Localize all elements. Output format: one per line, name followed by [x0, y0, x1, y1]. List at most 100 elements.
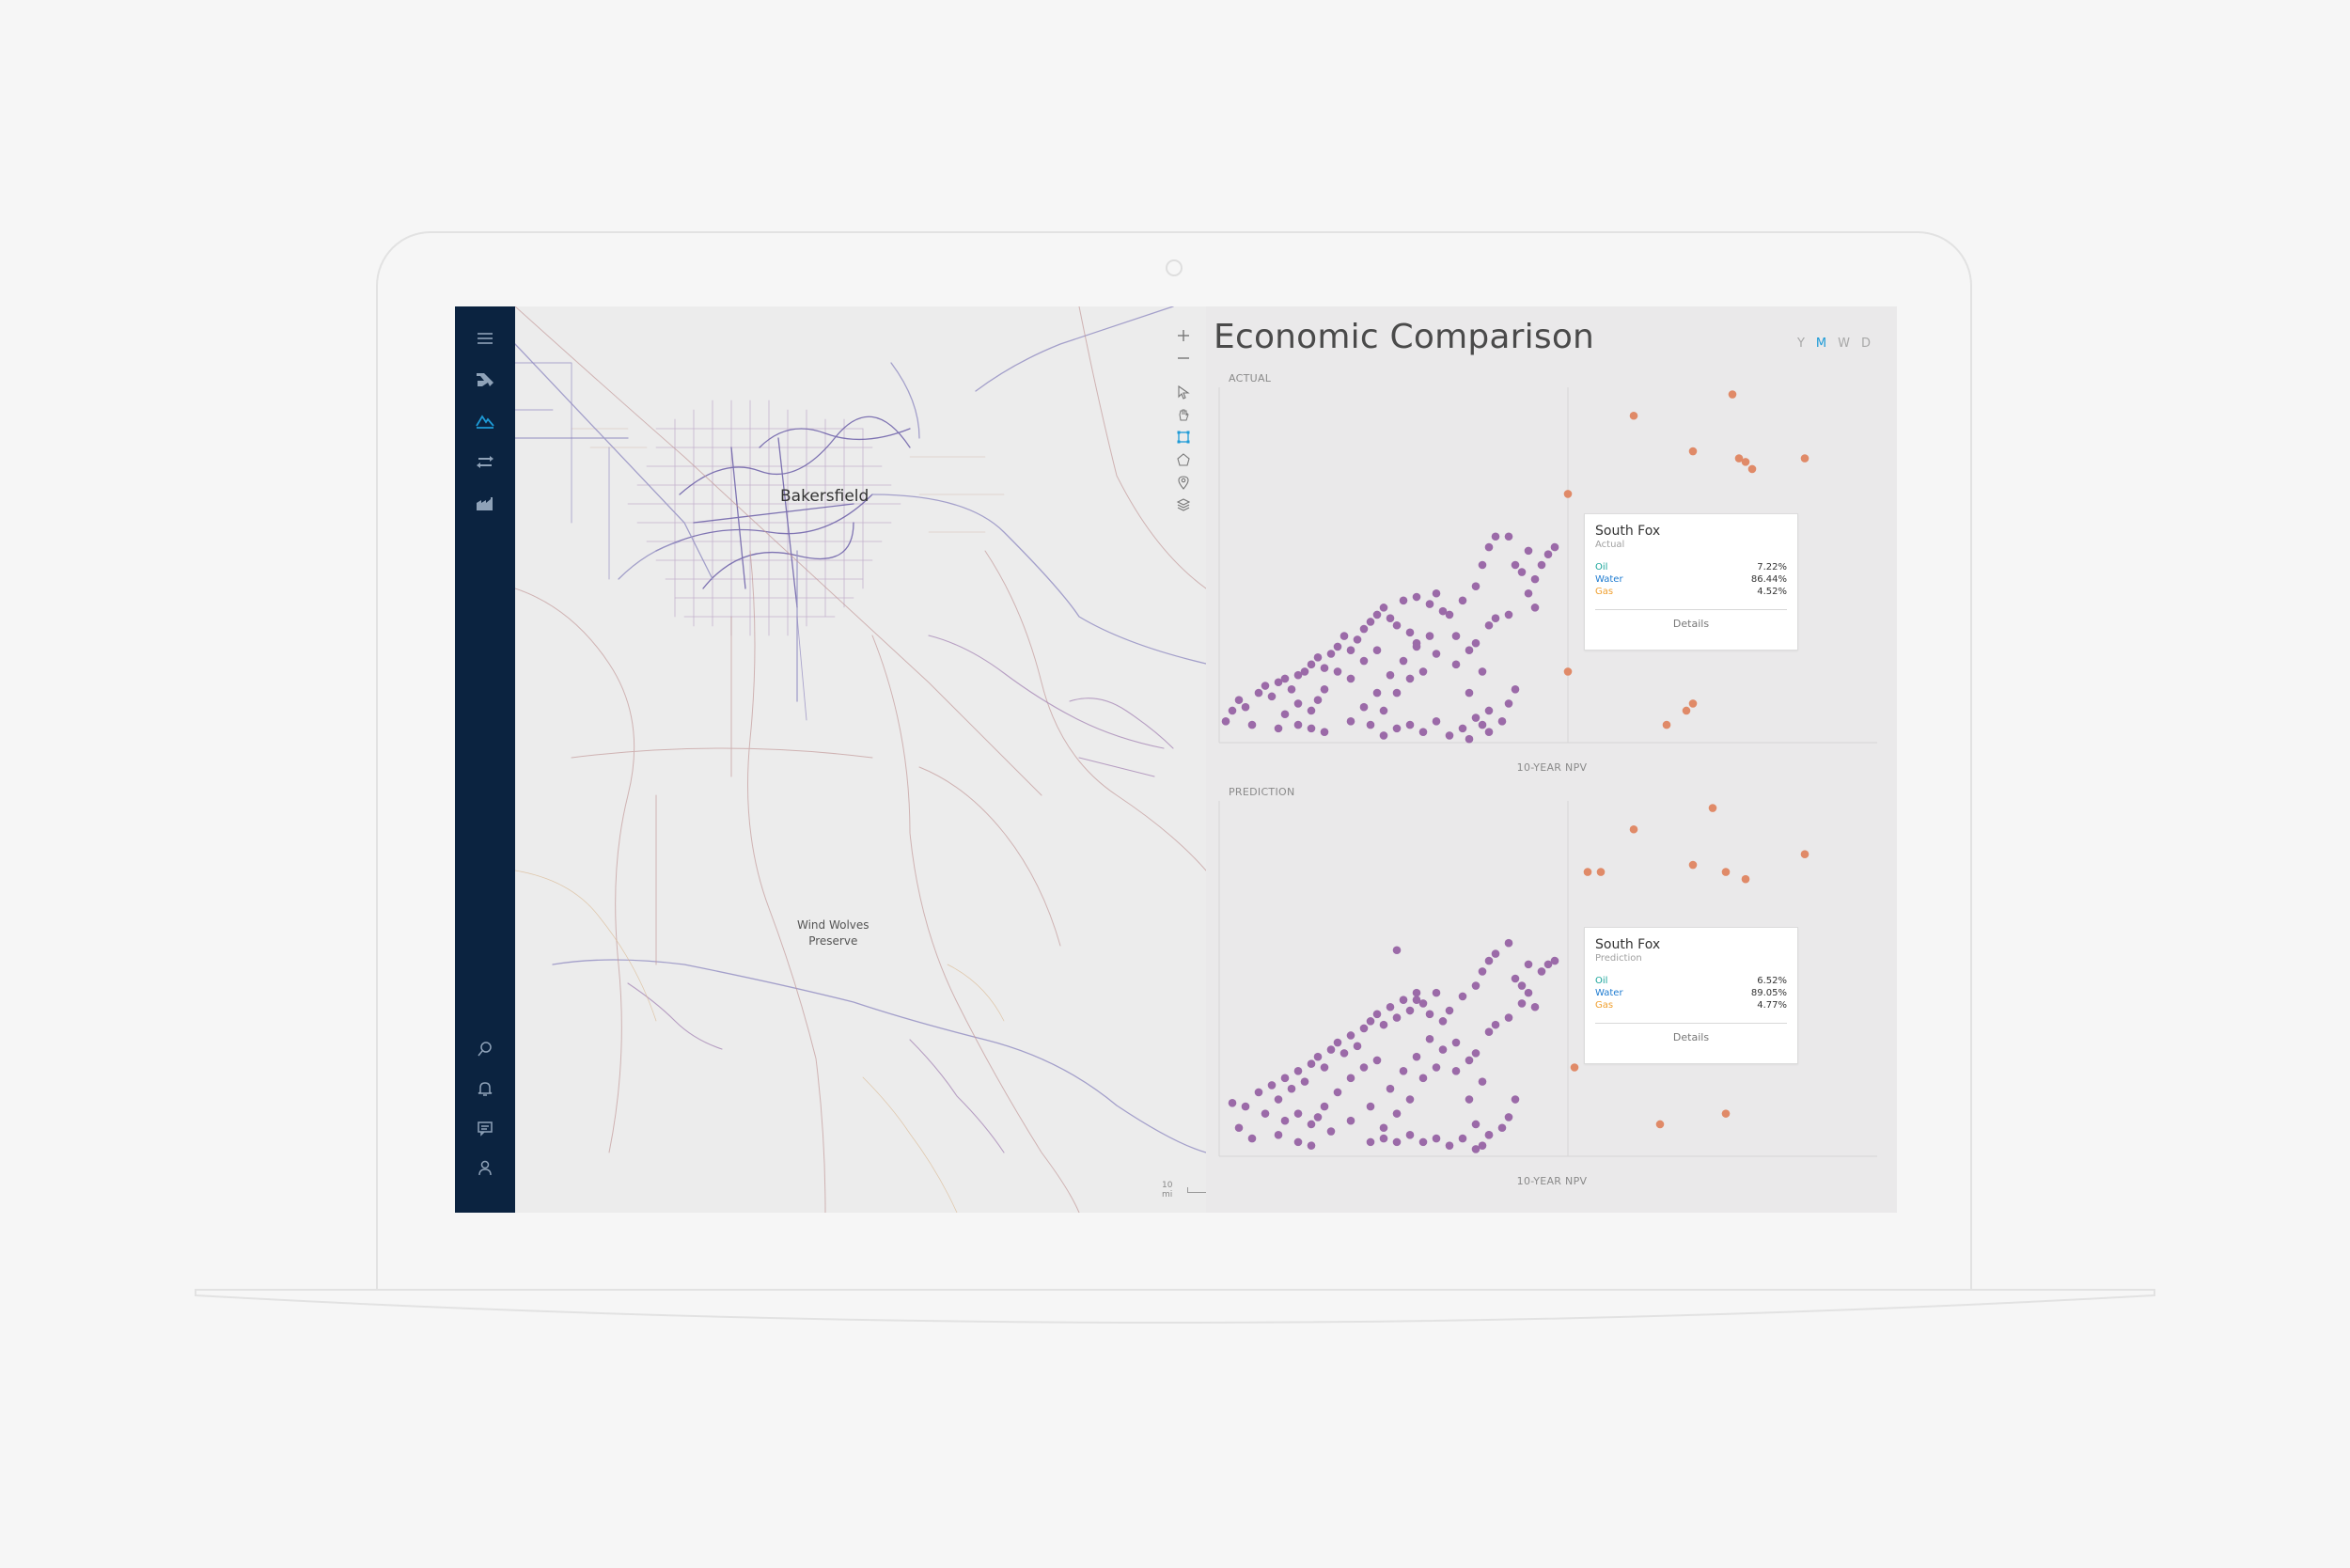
pointer-icon[interactable]	[1173, 382, 1194, 402]
data-point[interactable]	[1504, 938, 1513, 948]
data-point[interactable]	[1412, 642, 1421, 651]
data-point[interactable]	[1662, 720, 1671, 729]
data-point[interactable]	[1471, 1145, 1480, 1153]
data-point[interactable]	[1372, 1056, 1382, 1065]
data-point[interactable]	[1366, 618, 1375, 626]
data-point[interactable]	[1247, 1134, 1257, 1143]
data-point[interactable]	[1386, 614, 1395, 622]
data-point[interactable]	[1234, 1123, 1244, 1133]
data-point[interactable]	[1504, 610, 1513, 619]
data-point[interactable]	[1432, 988, 1441, 997]
data-point[interactable]	[1629, 411, 1638, 420]
data-point[interactable]	[1412, 592, 1421, 602]
data-point[interactable]	[1688, 699, 1698, 708]
data-point[interactable]	[1280, 674, 1290, 683]
data-point[interactable]	[1261, 682, 1270, 690]
data-point[interactable]	[1359, 656, 1369, 666]
data-point[interactable]	[1418, 667, 1428, 676]
data-point[interactable]	[1563, 490, 1573, 498]
data-point[interactable]	[1451, 660, 1461, 669]
data-point[interactable]	[1346, 674, 1355, 683]
data-point[interactable]	[1432, 1063, 1441, 1072]
data-point[interactable]	[1241, 1102, 1250, 1111]
data-point[interactable]	[1412, 996, 1421, 1004]
data-point[interactable]	[1379, 1134, 1388, 1143]
data-point[interactable]	[1458, 596, 1467, 605]
data-point[interactable]	[1267, 1081, 1277, 1090]
bell-icon[interactable]	[468, 1072, 502, 1105]
data-point[interactable]	[1274, 1131, 1283, 1139]
data-point[interactable]	[1596, 868, 1606, 876]
data-point[interactable]	[1425, 1034, 1434, 1043]
data-point[interactable]	[1379, 731, 1388, 740]
data-point[interactable]	[1721, 868, 1731, 876]
data-point[interactable]	[1471, 713, 1480, 722]
search-icon[interactable]	[468, 1032, 502, 1066]
data-point[interactable]	[1478, 1077, 1487, 1086]
factory-icon[interactable]	[468, 487, 502, 521]
data-point[interactable]	[1320, 728, 1329, 736]
data-point[interactable]	[1484, 728, 1494, 736]
data-point[interactable]	[1465, 646, 1474, 655]
data-point[interactable]	[1366, 720, 1375, 729]
data-point[interactable]	[1280, 1074, 1290, 1083]
data-point[interactable]	[1405, 720, 1415, 729]
data-point[interactable]	[1747, 464, 1757, 474]
data-point[interactable]	[1326, 1045, 1336, 1054]
data-point[interactable]	[1543, 550, 1553, 558]
data-point[interactable]	[1418, 1074, 1428, 1083]
data-point[interactable]	[1313, 696, 1323, 704]
data-point[interactable]	[1478, 667, 1487, 676]
data-point[interactable]	[1300, 1077, 1309, 1086]
data-point[interactable]	[1386, 670, 1395, 680]
map[interactable]: Bakersfield Wind Wolves Preserve 10 mi	[515, 306, 1206, 1213]
data-point[interactable]	[1359, 624, 1369, 634]
data-point[interactable]	[1721, 1109, 1731, 1118]
data-point[interactable]	[1353, 1042, 1362, 1051]
data-point[interactable]	[1386, 1002, 1395, 1011]
data-point[interactable]	[1307, 1120, 1316, 1129]
data-point[interactable]	[1471, 981, 1480, 990]
data-point[interactable]	[1280, 710, 1290, 719]
data-point[interactable]	[1392, 724, 1402, 733]
data-point[interactable]	[1741, 874, 1750, 884]
data-point[interactable]	[1379, 604, 1388, 612]
data-point[interactable]	[1484, 956, 1494, 965]
data-point[interactable]	[1530, 1002, 1540, 1011]
data-point[interactable]	[1359, 1024, 1369, 1033]
data-point[interactable]	[1445, 610, 1454, 619]
data-point[interactable]	[1418, 1137, 1428, 1147]
data-point[interactable]	[1379, 1123, 1388, 1133]
data-point[interactable]	[1386, 1084, 1395, 1093]
data-point[interactable]	[1274, 724, 1283, 733]
data-point[interactable]	[1511, 974, 1520, 983]
data-point[interactable]	[1800, 454, 1810, 463]
analytics-peaks-icon[interactable]	[468, 404, 502, 438]
data-point[interactable]	[1504, 699, 1513, 708]
data-point[interactable]	[1741, 458, 1750, 466]
data-point[interactable]	[1333, 1088, 1342, 1097]
data-point[interactable]	[1320, 664, 1329, 672]
data-point[interactable]	[1346, 1031, 1355, 1040]
data-point[interactable]	[1366, 1017, 1375, 1026]
data-point[interactable]	[1372, 646, 1382, 655]
data-point[interactable]	[1471, 638, 1480, 648]
data-point[interactable]	[1293, 1137, 1303, 1147]
data-point[interactable]	[1261, 1109, 1270, 1118]
data-point[interactable]	[1504, 532, 1513, 541]
data-point[interactable]	[1524, 988, 1533, 997]
data-point[interactable]	[1530, 604, 1540, 612]
data-point[interactable]	[1392, 1137, 1402, 1147]
data-point[interactable]	[1287, 1084, 1296, 1093]
data-point[interactable]	[1405, 628, 1415, 637]
data-point[interactable]	[1451, 1066, 1461, 1075]
data-point[interactable]	[1359, 702, 1369, 712]
data-point[interactable]	[1484, 1027, 1494, 1036]
zoom-out-icon[interactable]	[1173, 348, 1194, 368]
data-point[interactable]	[1372, 688, 1382, 698]
data-point[interactable]	[1524, 960, 1533, 969]
data-point[interactable]	[1307, 706, 1316, 715]
pan-hand-icon[interactable]	[1173, 404, 1194, 425]
details-button[interactable]: Details	[1595, 1031, 1787, 1043]
data-point[interactable]	[1425, 600, 1434, 608]
